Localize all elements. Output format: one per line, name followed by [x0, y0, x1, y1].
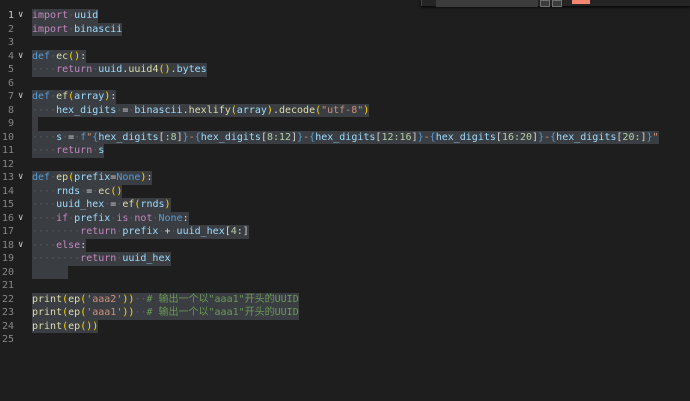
- chevron-down-icon[interactable]: ∨: [18, 212, 28, 226]
- line-number: 6: [7, 77, 14, 89]
- line-number: 13: [1, 172, 14, 183]
- code-line[interactable]: ····rnds·=·ec(): [32, 184, 123, 198]
- line-number: 20: [1, 266, 14, 278]
- code-line[interactable]: ········return·uuid_hex: [32, 252, 171, 266]
- find-result-badge: [572, 0, 590, 4]
- line-number: 7: [7, 91, 14, 102]
- code-line[interactable]: ····return·s: [32, 144, 105, 158]
- line-number: 12: [1, 158, 14, 170]
- code-line[interactable]: import·uuid: [32, 9, 99, 23]
- code-line[interactable]: [32, 117, 38, 131]
- line-number: 3: [7, 37, 14, 48]
- line-number: 5: [7, 64, 14, 75]
- line-number: 21: [1, 280, 14, 291]
- code-line[interactable]: [32, 265, 68, 279]
- find-widget: [421, 0, 690, 7]
- close-find-button[interactable]: [552, 0, 562, 7]
- code-line[interactable]: ····if·prefix·is·not·None:: [32, 211, 189, 225]
- code-line[interactable]: print(ep('aaa1'))··# 输出一个以"aaa1"开头的UUID: [32, 306, 299, 320]
- line-number: 16: [1, 212, 14, 224]
- code-line[interactable]: def·ep(prefix=None):: [32, 171, 153, 185]
- code-line[interactable]: print(ep()): [32, 319, 99, 333]
- code-line[interactable]: def·ef(array):: [32, 90, 117, 104]
- chevron-down-icon[interactable]: ∨: [18, 50, 28, 64]
- line-number: 8: [7, 104, 14, 116]
- code-line[interactable]: ····else:: [32, 238, 87, 252]
- code-editor[interactable]: 1 ∨ 2 3 4 ∨ 5 6 7 ∨ 8 9 10 11 12 13 ∨ 14 15 16 ∨ 17 18 ∨ 19 20 21 2…: [0, 0, 690, 401]
- code-line[interactable]: print(ep('aaa2'))··# 输出一个以"aaa1"开头的UUID: [32, 292, 299, 306]
- match-case-button[interactable]: [540, 0, 550, 7]
- line-number: 1: [7, 10, 14, 21]
- code-line[interactable]: ········return·prefix·+·uuid_hex[4:]: [32, 225, 249, 239]
- line-number: 17: [1, 226, 14, 237]
- line-number: 2: [7, 23, 14, 35]
- chevron-down-icon[interactable]: ∨: [18, 90, 28, 104]
- line-number: 11: [1, 145, 14, 156]
- line-number: 22: [1, 293, 14, 305]
- chevron-down-icon[interactable]: ∨: [18, 239, 28, 253]
- chevron-down-icon[interactable]: ∨: [18, 9, 28, 23]
- line-number: 9: [7, 118, 14, 129]
- line-number: 4: [7, 50, 14, 62]
- line-number: 19: [1, 253, 14, 264]
- line-number: 14: [1, 185, 14, 197]
- line-number: 23: [1, 307, 14, 318]
- code-line[interactable]: ····uuid_hex·=·ef(rnds): [32, 198, 171, 212]
- chevron-down-icon[interactable]: ∨: [18, 171, 28, 185]
- line-number: 24: [1, 320, 14, 332]
- code-line[interactable]: import·binascii: [32, 22, 123, 36]
- line-number: 18: [1, 239, 14, 251]
- code-line[interactable]: ····return·uuid.uuid4().bytes: [32, 63, 207, 77]
- find-input[interactable]: [436, 0, 538, 7]
- line-number: 15: [1, 199, 14, 210]
- code-line[interactable]: ····s·=·f"{hex_digits[:8]}-{hex_digits[8…: [32, 130, 659, 144]
- code-line[interactable]: ····hex_digits·=·binascii.hexlify(array)…: [32, 103, 370, 117]
- line-number: 25: [1, 334, 14, 345]
- code-line[interactable]: def·ec():: [32, 49, 87, 63]
- line-number: 10: [1, 131, 14, 143]
